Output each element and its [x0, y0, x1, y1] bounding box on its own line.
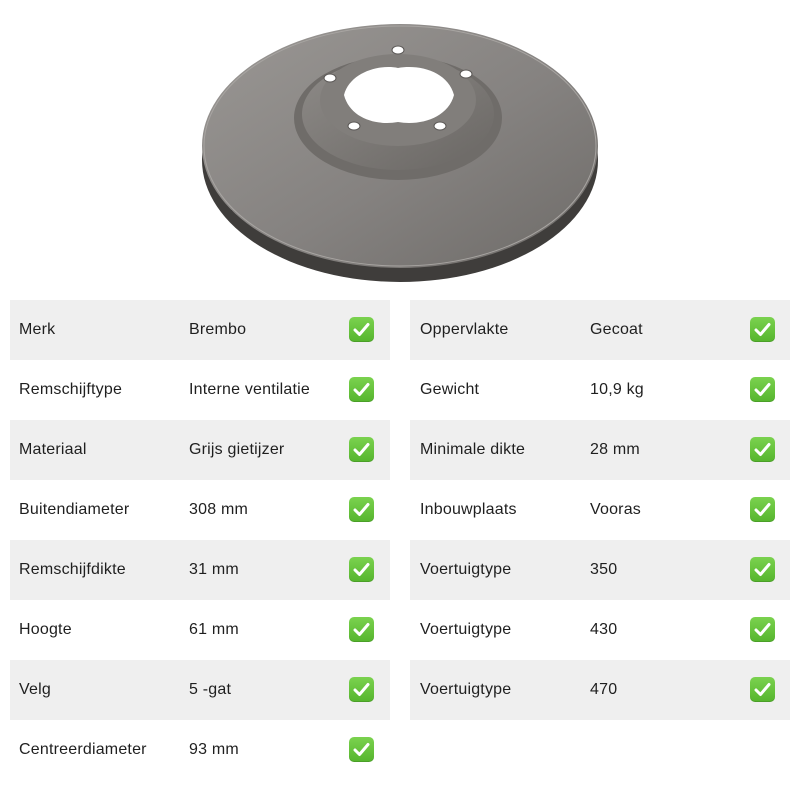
- spec-row: Velg 5 -gat: [10, 660, 390, 720]
- spec-row: Oppervlakte Gecoat: [410, 300, 790, 360]
- check-mark-icon: [349, 737, 374, 762]
- spec-value: 31 mm: [189, 561, 239, 578]
- spec-value: 350: [590, 561, 618, 578]
- spec-value: Interne ventilatie: [189, 381, 311, 398]
- spec-value: Brembo: [189, 321, 247, 338]
- spec-value: 61 mm: [189, 621, 239, 638]
- spec-value: Grijs gietijzer: [189, 441, 285, 458]
- spec-table-right: Oppervlakte Gecoat Gewicht 10,9 kg Minim…: [410, 300, 790, 720]
- spec-row: Voertuigtype 430: [410, 600, 790, 660]
- check-mark-icon: [349, 677, 374, 702]
- spec-value: 93 mm: [189, 741, 239, 758]
- spec-row: Voertuigtype 470: [410, 660, 790, 720]
- spec-label: Gewicht: [420, 381, 480, 398]
- check-mark-icon: [750, 437, 775, 462]
- spec-row: Merk Brembo: [10, 300, 390, 360]
- product-image: [0, 0, 800, 292]
- check-mark-icon: [750, 677, 775, 702]
- spec-label: Buitendiameter: [19, 501, 130, 518]
- check-mark-icon: [349, 497, 374, 522]
- spec-value: 308 mm: [189, 501, 248, 518]
- check-mark-icon: [349, 317, 374, 342]
- spec-label: Voertuigtype: [420, 621, 512, 638]
- spec-row: Inbouwplaats Vooras: [410, 480, 790, 540]
- check-mark-icon: [750, 497, 775, 522]
- spec-row: Gewicht 10,9 kg: [410, 360, 790, 420]
- spec-label: Remschijftype: [19, 381, 123, 398]
- spec-value: 430: [590, 621, 618, 638]
- brake-disc-illustration: [202, 24, 598, 282]
- spec-label: Centreerdiameter: [19, 741, 147, 758]
- spec-label: Materiaal: [19, 441, 87, 458]
- spec-value: 470: [590, 681, 618, 698]
- spec-row: Buitendiameter 308 mm: [10, 480, 390, 540]
- spec-label: Oppervlakte: [420, 321, 509, 338]
- check-mark-icon: [750, 617, 775, 642]
- check-mark-icon: [750, 557, 775, 582]
- spec-label: Remschijfdikte: [19, 561, 126, 578]
- spec-value: 28 mm: [590, 441, 640, 458]
- spec-row: Remschijftype Interne ventilatie: [10, 360, 390, 420]
- check-mark-icon: [349, 437, 374, 462]
- check-mark-icon: [750, 377, 775, 402]
- spec-value: 10,9 kg: [590, 381, 644, 398]
- spec-row: Remschijfdikte 31 mm: [10, 540, 390, 600]
- check-mark-icon: [750, 317, 775, 342]
- spec-table-left: Merk Brembo Remschijftype Interne ventil…: [10, 300, 390, 780]
- spec-row: Voertuigtype 350: [410, 540, 790, 600]
- spec-row: Centreerdiameter 93 mm: [10, 720, 390, 780]
- spec-row: Materiaal Grijs gietijzer: [10, 420, 390, 480]
- check-mark-icon: [349, 617, 374, 642]
- spec-label: Merk: [19, 321, 56, 338]
- spec-row: Minimale dikte 28 mm: [410, 420, 790, 480]
- spec-value: Gecoat: [590, 321, 643, 338]
- spec-label: Voertuigtype: [420, 561, 512, 578]
- check-mark-icon: [349, 377, 374, 402]
- check-mark-icon: [349, 557, 374, 582]
- spec-value: Vooras: [590, 501, 642, 518]
- spec-value: 5 -gat: [189, 681, 232, 698]
- spec-row: Hoogte 61 mm: [10, 600, 390, 660]
- spec-label: Velg: [19, 681, 51, 698]
- spec-label: Hoogte: [19, 621, 72, 638]
- spec-label: Minimale dikte: [420, 441, 526, 458]
- spec-label: Voertuigtype: [420, 681, 512, 698]
- spec-label: Inbouwplaats: [420, 501, 517, 518]
